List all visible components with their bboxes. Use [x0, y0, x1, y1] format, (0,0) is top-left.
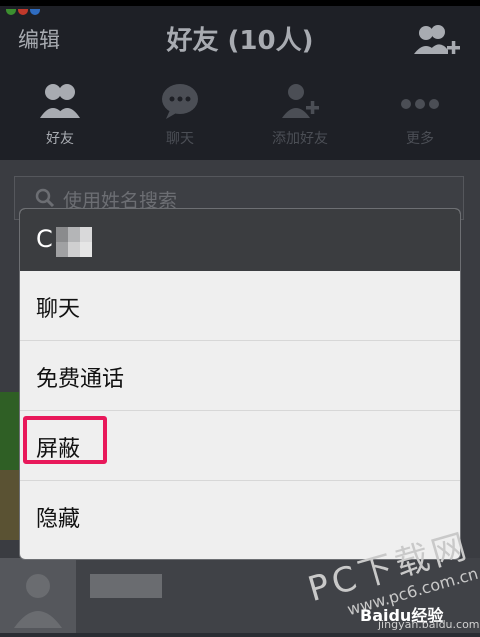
- menu-item-free-call[interactable]: 免费通话: [20, 341, 460, 411]
- tab-friends[interactable]: 好友: [0, 80, 120, 152]
- tab-add-friend[interactable]: 添加好友: [240, 80, 360, 152]
- more-dots-icon: [400, 82, 440, 120]
- contact-name: C: [36, 225, 53, 253]
- add-friend-icon: [280, 82, 320, 120]
- status-icons: [6, 0, 42, 15]
- chat-bubble-icon: [160, 82, 200, 120]
- avatar: [0, 558, 76, 633]
- add-friend-icon[interactable]: [414, 24, 460, 58]
- watermark-url: jingyan.baidu.com: [378, 618, 480, 631]
- menu-item-label: 隐藏: [36, 507, 81, 532]
- tab-label: 添加好友: [272, 131, 328, 147]
- context-menu-header: C: [20, 209, 460, 271]
- menu-item-chat[interactable]: 聊天: [20, 271, 460, 341]
- tab-bar: 好友 聊天 添加好友 更多: [0, 80, 480, 152]
- tab-label: 好友: [46, 131, 74, 147]
- redacted-mosaic: [56, 227, 120, 257]
- tab-more[interactable]: 更多: [360, 80, 480, 152]
- menu-item-label: 免费通话: [36, 367, 125, 392]
- app-header: 编辑 好友 (10人) 好友 聊天 添加好友 更多: [0, 0, 480, 160]
- highlight-annotation: [23, 416, 107, 464]
- status-bar: [0, 0, 480, 15]
- tab-label: 更多: [406, 131, 434, 147]
- friends-icon: [40, 82, 80, 120]
- search-icon: [35, 188, 55, 208]
- tab-label: 聊天: [166, 131, 194, 147]
- context-menu: C 聊天 免费通话 屏蔽 隐藏: [19, 208, 461, 560]
- menu-item-label: 聊天: [36, 297, 81, 322]
- page-title: 好友 (10人): [166, 26, 314, 56]
- contact-name-redacted: [90, 574, 162, 598]
- tab-chat[interactable]: 聊天: [120, 80, 240, 152]
